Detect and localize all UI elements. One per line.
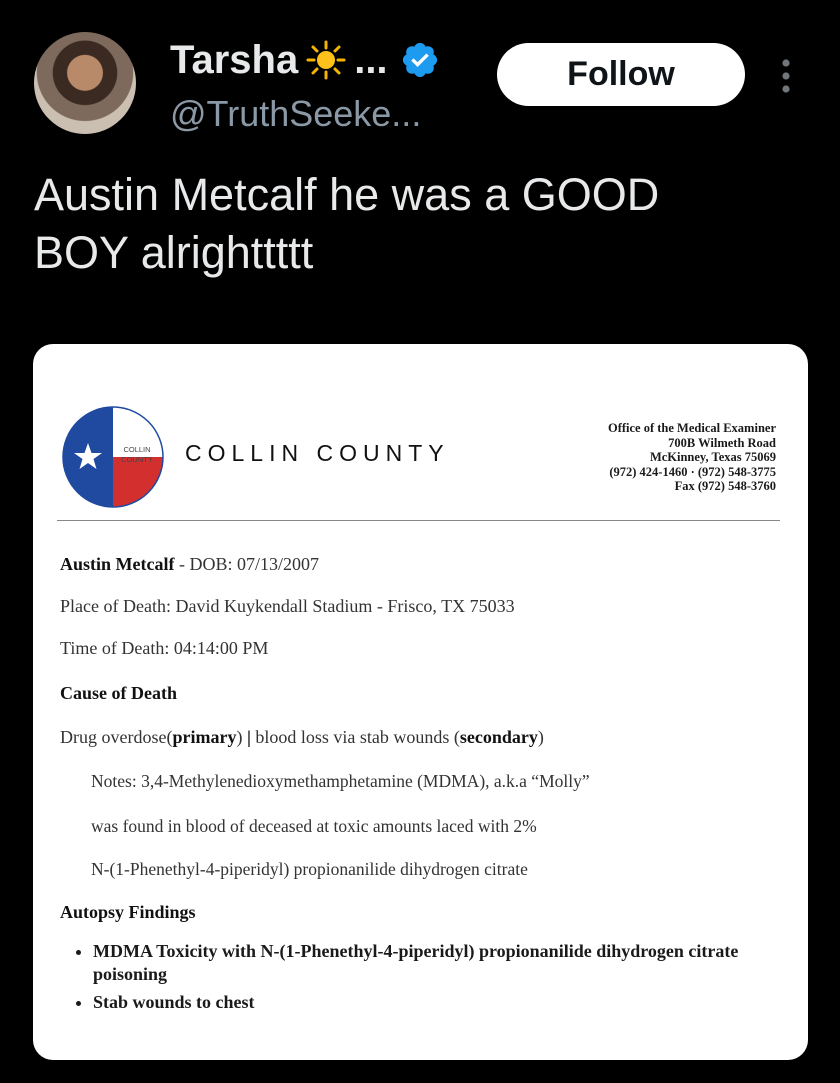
notes-line: was found in blood of deceased at toxic … (91, 816, 537, 836)
seal-text-line-2: COUNTY (121, 455, 153, 464)
author-handle[interactable]: @TruthSeeke... (170, 92, 421, 136)
attached-image[interactable]: COLLIN COUNTY COLLIN COUNTY Office of th… (33, 344, 808, 1060)
autopsy-heading: Autopsy Findings (60, 902, 196, 923)
autopsy-findings-list: MDMA Toxicity with N-(1-Phenethyl-4-pipe… (73, 940, 793, 1019)
follow-button[interactable]: Follow (497, 43, 745, 106)
sun-icon (306, 40, 346, 80)
cause-of-death: Drug overdose(primary) | blood loss via … (60, 727, 544, 748)
cause-heading: Cause of Death (60, 683, 177, 704)
verified-badge-icon (402, 42, 437, 78)
cause-secondary: secondary (459, 727, 538, 747)
header-divider (57, 520, 780, 521)
time-of-death: Time of Death: 04:14:00 PM (60, 638, 269, 658)
cause-heading-text: Cause of Death (60, 683, 177, 703)
name-ellipsis: ... (354, 38, 388, 82)
place-of-death: Place of Death: David Kuykendall Stadium… (60, 596, 515, 616)
cause-text: ) (537, 727, 544, 747)
decedent-name: Austin Metcalf (60, 554, 175, 574)
medical-examiner-document: COLLIN COUNTY COLLIN COUNTY Office of th… (33, 344, 808, 1060)
office-line: Fax (972) 548-3760 (674, 479, 776, 493)
cause-text: blood loss via stab wounds ( (250, 727, 460, 747)
cause-text: Drug overdose( (60, 727, 173, 747)
office-line: McKinney, Texas 75069 (649, 450, 776, 464)
list-item: Stab wounds to chest (93, 991, 793, 1014)
dob: - DOB: 07/13/2007 (174, 554, 319, 574)
tweet-text-line-2: BOY alrighttttt (34, 227, 314, 278)
notes-line: N-(1-Phenethyl-4-piperidyl) propionanili… (91, 859, 528, 879)
list-item: MDMA Toxicity with N-(1-Phenethyl-4-pipe… (93, 940, 793, 986)
notes-line: Notes: 3,4-Methylenedioxymethamphetamine… (91, 771, 590, 791)
author-name-row[interactable]: Tarsha ... (170, 36, 440, 84)
cause-text: ) (236, 727, 247, 747)
tweet-text-line-1: Austin Metcalf he was a GOOD (34, 169, 660, 220)
author-avatar[interactable] (34, 32, 136, 134)
more-options-icon[interactable] (776, 56, 796, 96)
author-name[interactable]: Tarsha (170, 36, 298, 84)
county-name: COLLIN COUNTY (185, 440, 450, 466)
cause-primary: primary (172, 727, 237, 747)
collin-county-seal-icon: COLLIN COUNTY (62, 406, 164, 508)
office-line: Office of the Medical Examiner (607, 421, 776, 435)
seal-text-line-1: COLLIN (123, 445, 150, 454)
office-address: Office of the Medical Examiner 700B Wilm… (608, 421, 776, 494)
office-line: 700B Wilmeth Road (668, 435, 776, 450)
name-dob-line: Austin Metcalf - DOB: 07/13/2007 (60, 554, 319, 575)
office-line: (972) 424-1460 · (972) 548-3775 (609, 464, 776, 479)
tweet-text: Austin Metcalf he was a GOOD BOY alright… (34, 166, 814, 282)
autopsy-heading-text: Autopsy Findings (60, 902, 196, 922)
